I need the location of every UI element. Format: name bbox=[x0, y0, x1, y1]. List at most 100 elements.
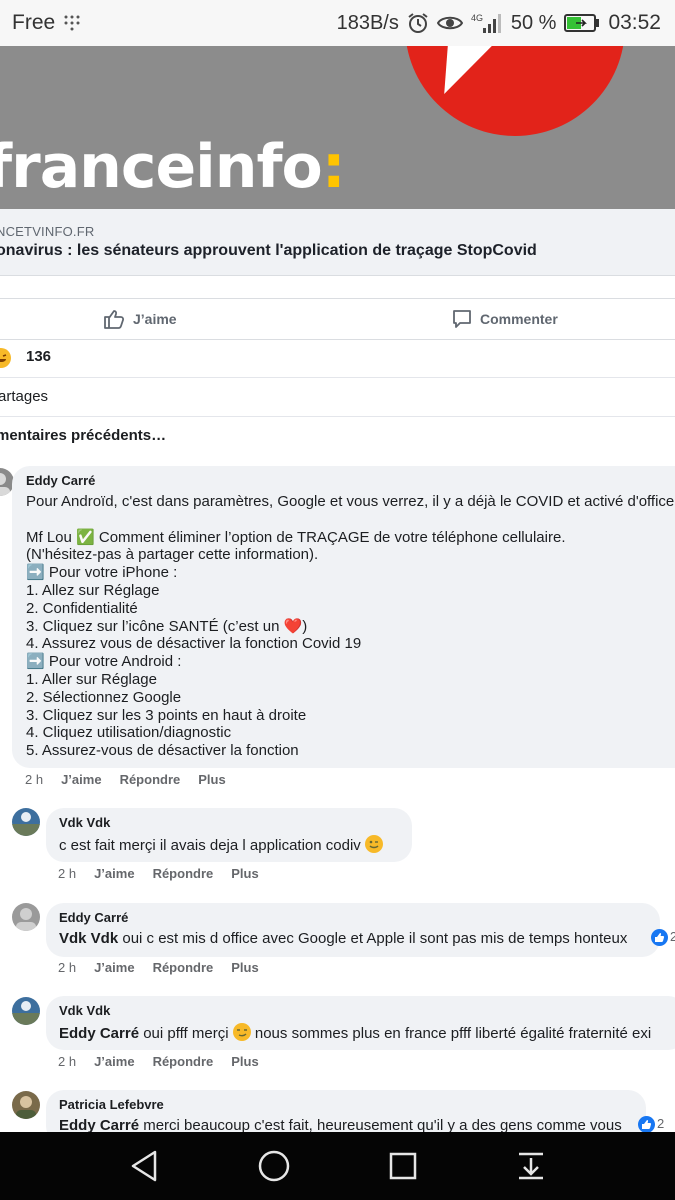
comment-time: 2 h bbox=[58, 1054, 77, 1069]
wifi-icon bbox=[63, 14, 81, 32]
comment-line bbox=[26, 511, 675, 529]
eye-icon bbox=[436, 14, 463, 32]
like-reaction-icon[interactable] bbox=[638, 1116, 655, 1133]
comment-actions: 2 h J’aime Répondre Plus bbox=[58, 960, 259, 975]
avatar[interactable] bbox=[12, 903, 40, 931]
alarm-icon bbox=[407, 12, 429, 34]
comment-line: 5. Assurez-vous de désactiver la fonctio… bbox=[26, 742, 299, 760]
brand-colon: : bbox=[321, 132, 346, 202]
comment-bubble[interactable]: Vdk Vdk c est fait merçi il avais deja l… bbox=[46, 808, 412, 862]
comment-button[interactable]: Commenter bbox=[452, 299, 558, 339]
like-label: J’aime bbox=[133, 311, 177, 327]
comment-author[interactable]: Vdk Vdk bbox=[59, 1003, 675, 1018]
comment-line: Pour Androïd, c'est dans paramètres, Goo… bbox=[26, 493, 675, 510]
network-speed: 183B/s bbox=[336, 11, 399, 34]
link-domain: NCETVINFO.FR bbox=[0, 224, 95, 239]
comment-line: 2. Confidentialité bbox=[26, 599, 138, 617]
comment-line: 1. Allez sur Réglage bbox=[26, 581, 160, 599]
network-type: 4G bbox=[471, 13, 483, 23]
thumbs-up-icon bbox=[103, 308, 125, 330]
avatar[interactable] bbox=[12, 997, 40, 1025]
comment-text: c est fait merçi il avais deja l applica… bbox=[59, 835, 412, 855]
like-reaction-icon[interactable] bbox=[651, 929, 668, 946]
recents-icon[interactable] bbox=[388, 1151, 418, 1181]
comment-author[interactable]: Vdk Vdk bbox=[59, 815, 412, 830]
reaction-count: 136 bbox=[26, 348, 52, 365]
comment-actions: 2 h J’aime Répondre Plus bbox=[58, 866, 259, 881]
carrier-label: Free bbox=[12, 11, 56, 34]
like-button[interactable]: J’aime bbox=[103, 299, 177, 339]
brand-text: franceinfo bbox=[0, 132, 323, 202]
comment-reply-link[interactable]: Répondre bbox=[153, 960, 214, 975]
signal-icon: 4G bbox=[471, 12, 503, 34]
avatar[interactable] bbox=[12, 1091, 40, 1119]
like-count: 2 bbox=[670, 929, 675, 944]
comment-reply-link[interactable]: Répondre bbox=[153, 1054, 214, 1069]
notification-drawer-icon[interactable] bbox=[516, 1151, 546, 1181]
comment-like-link[interactable]: J’aime bbox=[94, 866, 134, 881]
smirk-emoji-icon bbox=[232, 1023, 251, 1041]
home-icon[interactable] bbox=[257, 1149, 291, 1183]
wink-emoji-icon bbox=[364, 835, 383, 853]
shares-label: artages bbox=[0, 388, 49, 405]
comment-time: 2 h bbox=[58, 960, 77, 975]
like-count: 2 bbox=[657, 1116, 665, 1131]
comment-line: 2. Sélectionnez Google bbox=[26, 688, 182, 706]
comment-line: 3. Cliquez sur les 3 points en haut à dr… bbox=[26, 706, 307, 724]
comment-line: 3. Cliquez sur l’icône SANTÉ (c’est un ❤… bbox=[26, 617, 308, 635]
comment-text-after: nous sommes plus en france pfff liberté … bbox=[250, 1025, 652, 1042]
battery-percent: 50 % bbox=[510, 11, 557, 34]
link-title: onavirus : les sénateurs approuvent l'ap… bbox=[0, 242, 537, 259]
haha-reaction-icon bbox=[0, 348, 11, 368]
comment-like-link[interactable]: J’aime bbox=[94, 1054, 134, 1069]
comment-actions: 2 h J’aime Répondre Plus bbox=[25, 772, 226, 787]
view-previous-comments[interactable]: mentaires précédents… bbox=[0, 427, 166, 444]
link-preview-image[interactable]: franceinfo: bbox=[0, 46, 675, 209]
comment-time: 2 h bbox=[25, 772, 44, 787]
comment-bubble[interactable]: Vdk Vdk Eddy Carré oui pfff merçi nous s… bbox=[46, 996, 675, 1050]
comment-like-link[interactable]: J’aime bbox=[94, 960, 134, 975]
franceinfo-logo: franceinfo: bbox=[0, 132, 346, 202]
comment-line: ➡️ Pour votre Android : bbox=[26, 653, 182, 671]
android-navigation-bar bbox=[0, 1132, 675, 1200]
comment-actions: 2 h J’aime Répondre Plus bbox=[58, 1054, 259, 1069]
shares-row[interactable]: artages bbox=[0, 377, 675, 417]
comment-line: 4. Cliquez utilisation/diagnostic bbox=[26, 724, 232, 742]
comment-text: Eddy Carré oui pfff merçi nous sommes pl… bbox=[59, 1023, 675, 1043]
comment-line: ➡️ Pour votre iPhone : bbox=[26, 564, 178, 582]
post-action-bar: J’aime Commenter bbox=[0, 298, 675, 340]
comment-bubble[interactable]: Eddy Carré Pour Androïd, c'est dans para… bbox=[12, 466, 675, 768]
comment-bubble[interactable]: Eddy Carré Vdk Vdk oui c est mis d offic… bbox=[46, 903, 660, 957]
comment-line: (N'hésitez-pas à partager cette informat… bbox=[26, 546, 319, 564]
mention-link[interactable]: Vdk Vdk bbox=[59, 930, 118, 947]
comment-icon bbox=[452, 309, 472, 329]
comment-reply-link[interactable]: Répondre bbox=[153, 866, 214, 881]
comment-line: 1. Aller sur Réglage bbox=[26, 670, 157, 688]
clock: 03:52 bbox=[608, 11, 661, 34]
mention-link[interactable]: Eddy Carré bbox=[59, 1025, 139, 1042]
comment-text: Vdk Vdk oui c est mis d office avec Goog… bbox=[59, 930, 660, 948]
comment-text-content: oui c est mis d office avec Google et Ap… bbox=[118, 930, 628, 947]
avatar[interactable] bbox=[12, 808, 40, 836]
comment-like-link[interactable]: J’aime bbox=[61, 772, 101, 787]
comment-line: Mf Lou ✅ Comment éliminer l’option de TR… bbox=[26, 528, 566, 546]
comment-more-link[interactable]: Plus bbox=[198, 772, 225, 787]
comment-line: 4. Assurez vous de désactiver la fonctio… bbox=[26, 635, 362, 653]
back-icon[interactable] bbox=[129, 1149, 159, 1183]
comment-author[interactable]: Eddy Carré bbox=[26, 473, 675, 488]
link-preview-meta[interactable]: NCETVINFO.FR onavirus : les sénateurs ap… bbox=[0, 209, 675, 276]
comment-author[interactable]: Patricia Lefebvre bbox=[59, 1097, 646, 1112]
comment-body: Pour Androïd, c'est dans paramètres, Goo… bbox=[26, 493, 675, 760]
comment-reply-link[interactable]: Répondre bbox=[120, 772, 181, 787]
comment-text-content: c est fait merçi il avais deja l applica… bbox=[59, 837, 361, 854]
comment-more-link[interactable]: Plus bbox=[231, 866, 258, 881]
comment-more-link[interactable]: Plus bbox=[231, 960, 258, 975]
battery-icon bbox=[564, 14, 600, 32]
comment-time: 2 h bbox=[58, 866, 77, 881]
comment-text-before: oui pfff merçi bbox=[139, 1025, 233, 1042]
comment-author[interactable]: Eddy Carré bbox=[59, 910, 660, 925]
status-bar: Free 183B/s 4G 50 % 03:52 bbox=[0, 0, 675, 46]
comment-label: Commenter bbox=[480, 311, 558, 327]
comment-more-link[interactable]: Plus bbox=[231, 1054, 258, 1069]
reaction-summary[interactable]: 136 bbox=[0, 338, 675, 378]
